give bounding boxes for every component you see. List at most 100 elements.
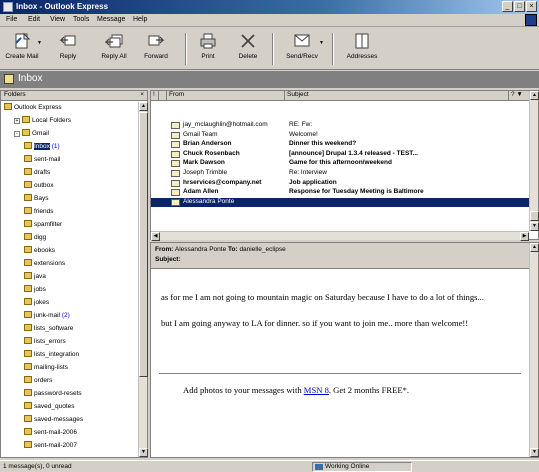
scroll-thumb[interactable]	[139, 112, 148, 377]
scroll-down-icon[interactable]: ▼	[530, 448, 539, 457]
message-row[interactable]: Alessandra Ponte	[151, 197, 529, 207]
folder-item[interactable]: outbox	[24, 181, 54, 190]
folder-item[interactable]: jokes	[24, 298, 49, 307]
folder-item[interactable]: spamfilter	[24, 220, 62, 229]
folders-scrollbar[interactable]: ▲ ▼	[138, 102, 148, 457]
toolbar-separator	[332, 33, 334, 65]
folder-item[interactable]: java	[24, 272, 46, 281]
scroll-thumb[interactable]	[530, 211, 539, 221]
folder-item[interactable]: lists_integration	[24, 350, 79, 359]
folder-icon	[24, 350, 32, 357]
reply-button[interactable]: Reply	[54, 30, 82, 68]
create-mail-dropdown-icon[interactable]: ▼	[37, 40, 42, 46]
message-row[interactable]: Chuck Rosenbach [announce] Drupal 1.3.4 r…	[151, 150, 529, 159]
forward-button[interactable]: Forward	[140, 30, 172, 68]
priority-column-header[interactable]: !	[151, 91, 159, 101]
scroll-up-icon[interactable]: ▲	[530, 243, 539, 252]
menu-view[interactable]: View	[50, 16, 65, 23]
window-title: Inbox - Outlook Express	[16, 2, 109, 11]
folder-item[interactable]: ebooks	[24, 246, 55, 255]
menu-edit[interactable]: Edit	[28, 16, 40, 23]
folder-item[interactable]: junk-mail (2)	[24, 311, 70, 320]
expand-icon[interactable]: +	[14, 118, 20, 124]
folder-item[interactable]: jobs	[24, 285, 46, 294]
delete-button[interactable]: Delete	[234, 30, 262, 68]
message-row[interactable]: jay_mclaughlin@hotmail.com RE: Fw:	[151, 121, 529, 130]
folder-item[interactable]: + Local Folders	[14, 116, 71, 125]
folder-item[interactable]: saved_quotes	[24, 402, 74, 411]
message-row[interactable]: Joseph Trimble Re: Interview	[151, 169, 529, 178]
folder-item[interactable]: Bays	[24, 194, 48, 203]
subject-column-header[interactable]: Subject	[285, 91, 509, 101]
folder-icon	[24, 376, 32, 383]
message-list-scrollbar[interactable]: ▲ ▼	[529, 91, 539, 231]
folder-label: saved_quotes	[34, 403, 75, 410]
folder-item[interactable]: friends	[24, 207, 54, 216]
minimize-button[interactable]: _	[502, 1, 513, 12]
menu-file[interactable]: File	[6, 16, 17, 23]
folder-label: password-resets	[34, 390, 82, 397]
folder-item[interactable]: digg	[24, 233, 46, 242]
reply-all-button[interactable]: Reply All	[98, 30, 130, 68]
message-from: Alessandra Ponte	[183, 197, 235, 205]
close-pane-icon[interactable]: ×	[140, 91, 144, 98]
folder-icon	[24, 298, 32, 305]
scroll-up-icon[interactable]: ▲	[139, 102, 148, 111]
toolbar-separator	[185, 33, 187, 65]
scroll-down-icon[interactable]: ▼	[530, 222, 539, 231]
menu-message[interactable]: Message	[97, 16, 125, 23]
preview-body: as for me I am not going to mountain mag…	[161, 291, 521, 343]
from-column-header[interactable]: From	[167, 91, 285, 101]
network-icon	[315, 464, 323, 470]
send-receive-button[interactable]: Send/Recv ▼	[282, 30, 324, 68]
collapse-icon[interactable]: -	[14, 131, 20, 137]
folder-label: Inbox	[34, 143, 50, 150]
folder-label: extensions	[34, 260, 66, 267]
envelope-icon	[171, 160, 180, 168]
preview-scrollbar[interactable]: ▲ ▼	[529, 243, 539, 457]
send-receive-dropdown-icon[interactable]: ▼	[319, 40, 324, 46]
msn-link[interactable]: MSN 8	[304, 385, 329, 395]
menu-tools[interactable]: Tools	[73, 16, 89, 23]
create-mail-button[interactable]: Create Mail ▼	[4, 30, 42, 68]
scroll-left-icon[interactable]: ◀	[151, 232, 160, 241]
message-row[interactable]: Gmail Team Welcome!	[151, 131, 529, 140]
scroll-right-icon[interactable]: ▶	[520, 232, 529, 241]
folder-label: lists_software	[34, 325, 74, 332]
scroll-up-icon[interactable]: ▲	[530, 91, 539, 100]
message-row[interactable]: hrservices@company.net Job application	[151, 179, 529, 188]
folder-item[interactable]: mailing-lists	[24, 363, 68, 372]
close-button[interactable]: ×	[526, 1, 537, 12]
flag-column-header[interactable]: ? ▼	[509, 91, 529, 101]
message-row[interactable]: Mark Dawson Game for this afternoon/weeke…	[151, 159, 529, 168]
addresses-button[interactable]: Addresses	[342, 30, 382, 68]
print-button[interactable]: Print	[196, 30, 220, 68]
attachment-column-header[interactable]	[159, 91, 167, 101]
folder-item[interactable]: - Gmail	[14, 129, 49, 138]
folder-icon	[24, 363, 32, 370]
folder-item[interactable]: lists_errors	[24, 337, 66, 346]
message-list-hscrollbar[interactable]: ◀ ▶	[151, 231, 529, 241]
folder-label: spamfilter	[34, 221, 63, 228]
folder-item[interactable]: sent-mail-2007	[24, 441, 77, 450]
scroll-down-icon[interactable]: ▼	[139, 448, 148, 457]
folder-item[interactable]: lists_software	[24, 324, 73, 333]
folder-item[interactable]: drafts	[24, 168, 50, 177]
folder-item[interactable]: password-resets	[24, 389, 82, 398]
folder-item[interactable]: saved-messages	[24, 415, 83, 424]
folder-item[interactable]: Inbox (1)	[24, 142, 60, 151]
folder-icon	[24, 246, 32, 253]
folder-item[interactable]: extensions	[24, 259, 65, 268]
menu-help[interactable]: Help	[133, 16, 147, 23]
folder-item[interactable]: sent-mail	[24, 155, 60, 164]
folder-tree: Outlook Express + Local Folders - Gmail Inbox…	[1, 102, 139, 457]
message-from: Mark Dawson	[183, 159, 225, 167]
folder-item[interactable]: sent-mail-2006	[24, 428, 77, 437]
folder-item[interactable]: orders	[24, 376, 52, 385]
folder-item[interactable]: Outlook Express	[4, 103, 62, 112]
folder-label: junk-mail	[34, 312, 61, 319]
message-row[interactable]: Brian Anderson Dinner this weekend?	[151, 140, 529, 149]
maximize-button[interactable]: □	[514, 1, 525, 12]
envelope-icon	[171, 150, 180, 158]
message-row[interactable]: Adam Allen Response for Tuesday Meeting i…	[151, 188, 529, 197]
